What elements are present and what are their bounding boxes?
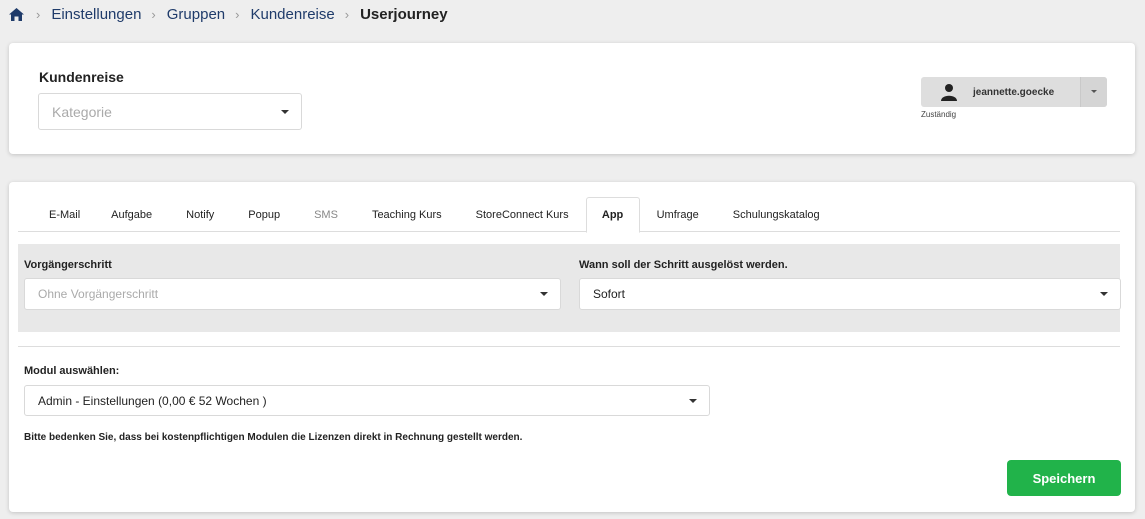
breadcrumb: › Einstellungen › Gruppen › Kundenreise … — [8, 4, 448, 24]
save-button[interactable]: Speichern — [1007, 460, 1121, 496]
chevron-right-icon: › — [36, 6, 41, 22]
vorgaenger-select[interactable]: Ohne Vorgängerschritt — [24, 278, 561, 310]
page-title: Kundenreise — [39, 69, 124, 85]
caret-down-icon — [1100, 292, 1108, 296]
tab-storeconnect-kurs[interactable]: StoreConnect Kurs — [459, 197, 586, 232]
tab-popup[interactable]: Popup — [231, 197, 297, 232]
tab-app[interactable]: App — [585, 197, 640, 233]
caret-down-icon — [689, 398, 697, 403]
chevron-right-icon: › — [151, 6, 156, 22]
tab-aufgabe[interactable]: Aufgabe — [94, 197, 169, 232]
trigger-section: Vorgängerschritt Ohne Vorgängerschritt W… — [18, 244, 1121, 332]
divider — [18, 346, 1120, 347]
tab-sms[interactable]: SMS — [297, 197, 355, 232]
tab-bar: E-Mail Aufgabe Notify Popup SMS Teaching… — [18, 197, 1120, 233]
modul-label: Modul auswählen: — [24, 365, 120, 377]
user-icon — [941, 82, 961, 102]
caret-down-icon — [1091, 90, 1097, 93]
wann-select[interactable]: Sofort — [579, 278, 1121, 310]
vorgaenger-label: Vorgängerschritt — [24, 259, 112, 271]
home-icon[interactable] — [8, 5, 26, 23]
vorgaenger-placeholder: Ohne Vorgängerschritt — [38, 287, 159, 301]
modul-select[interactable]: Admin - Einstellungen (0,00 € 52 Wochen … — [24, 385, 710, 416]
tab-email[interactable]: E-Mail — [18, 197, 94, 232]
assignee-role-label: Zuständig — [921, 110, 957, 119]
wann-value: Sofort — [593, 287, 626, 301]
modul-value: Admin - Einstellungen (0,00 € 52 Wochen … — [38, 393, 267, 408]
tab-umfrage[interactable]: Umfrage — [640, 197, 716, 232]
license-hint: Bitte bedenken Sie, dass bei kostenpflic… — [24, 432, 523, 443]
tab-notify[interactable]: Notify — [169, 197, 231, 232]
wann-label: Wann soll der Schritt ausgelöst werden. — [579, 259, 788, 271]
header-card: Kundenreise Kategorie jeannette.goecke Z… — [9, 43, 1135, 154]
assignee-dropdown-toggle[interactable] — [1080, 77, 1107, 107]
breadcrumb-kundenreise[interactable]: Kundenreise — [250, 6, 334, 23]
caret-down-icon — [540, 292, 548, 296]
kategorie-placeholder: Kategorie — [52, 103, 112, 120]
chevron-right-icon: › — [344, 6, 350, 22]
chevron-right-icon: › — [235, 6, 240, 22]
step-card: E-Mail Aufgabe Notify Popup SMS Teaching… — [9, 182, 1135, 512]
breadcrumb-gruppen[interactable]: Gruppen — [167, 6, 225, 23]
caret-down-icon — [281, 109, 289, 114]
breadcrumb-current: Userjourney — [360, 5, 448, 23]
tab-schulungskatalog[interactable]: Schulungskatalog — [716, 197, 837, 232]
assignee-select[interactable]: jeannette.goecke — [921, 77, 1107, 107]
tab-teaching-kurs[interactable]: Teaching Kurs — [355, 197, 459, 232]
assignee-name: jeannette.goecke — [973, 86, 1055, 98]
breadcrumb-einstellungen[interactable]: Einstellungen — [51, 6, 141, 23]
kategorie-select[interactable]: Kategorie — [38, 93, 302, 130]
